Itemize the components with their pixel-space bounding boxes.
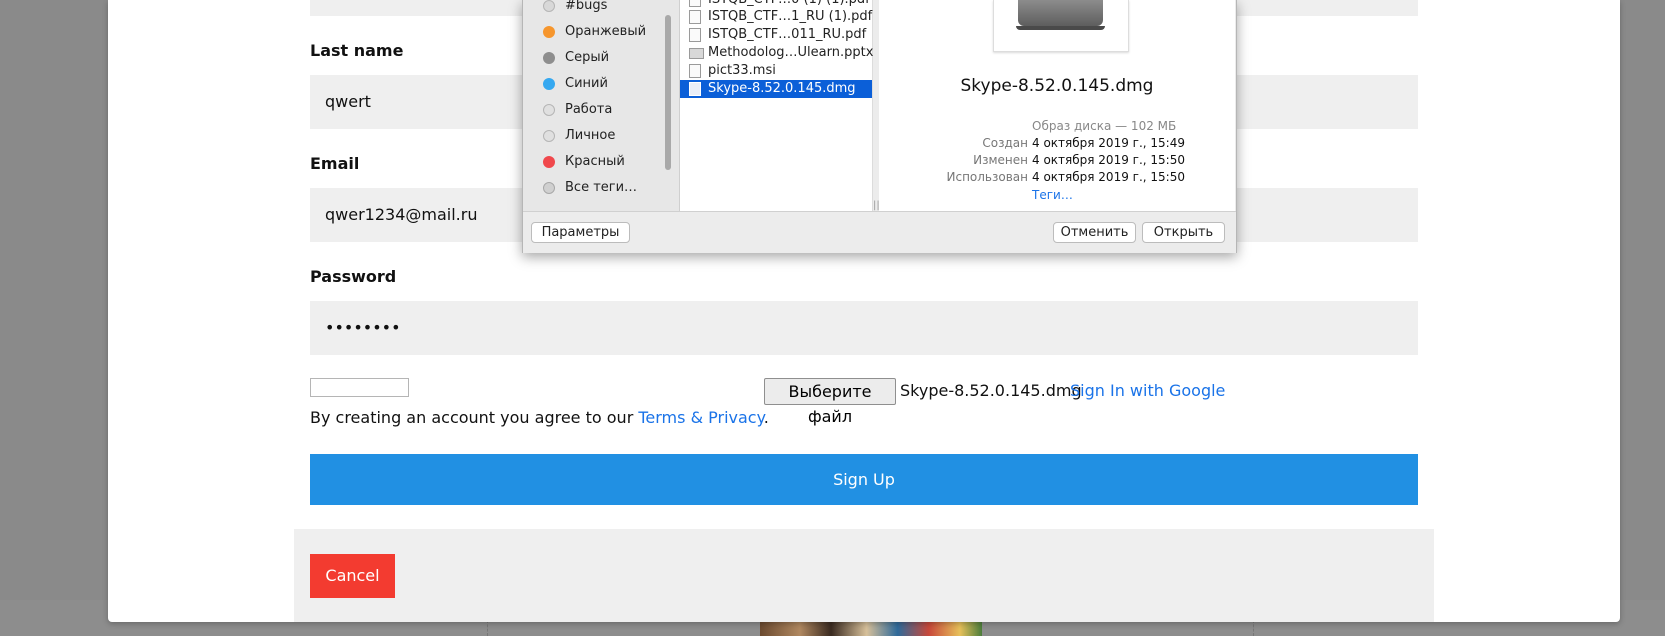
background-divider: [487, 620, 488, 636]
email-label: Email: [310, 154, 360, 173]
file-row[interactable]: ISTQB_CTF…1_RU (1).pdf: [680, 8, 872, 26]
tag-label: Работа: [565, 102, 613, 117]
tag-color-icon: [543, 156, 555, 168]
agreement-end: .: [763, 408, 769, 427]
background-photo: [760, 620, 982, 636]
tag-color-icon: [543, 26, 555, 38]
tag-label: Красный: [565, 154, 625, 169]
tag-label: Все теги…: [565, 180, 638, 195]
password-field[interactable]: ••••••••: [310, 301, 1418, 355]
tag-color-icon: [543, 130, 555, 142]
tag-color-icon: [543, 104, 555, 116]
tag-label: Синий: [565, 76, 608, 91]
tags-link[interactable]: Теги…: [1032, 188, 1073, 202]
dialog-sidebar: #bugs Оранжевый Серый Синий Работа Лично…: [523, 0, 680, 211]
pdf-file-icon: [689, 0, 701, 7]
file-name: pict33.msi: [708, 63, 776, 78]
tag-label: #bugs: [565, 0, 608, 13]
tag-color-icon: [543, 52, 555, 64]
used-label: Использован: [946, 170, 1029, 184]
used-value: 4 октября 2019 г., 15:50: [1032, 170, 1185, 184]
file-name: ISTQB_CTF…1_RU (1).pdf: [708, 9, 873, 24]
file-row[interactable]: ISTQB_CTF…011_RU.pdf: [680, 26, 872, 44]
pdf-file-icon: [689, 10, 701, 24]
modified-label: Изменен: [973, 153, 1028, 167]
disk-base: [1016, 26, 1105, 30]
broken-image: [310, 378, 409, 397]
tag-label: Серый: [565, 50, 610, 65]
created-row: Создан 4 октября 2019 г., 15:49: [879, 136, 1235, 153]
modified-value: 4 октября 2019 г., 15:50: [1032, 153, 1185, 167]
open-button[interactable]: Открыть: [1142, 222, 1225, 243]
preview-kind: Образ диска — 102 МБ: [1032, 119, 1177, 133]
preview-title: Skype-8.52.0.145.dmg: [960, 76, 1154, 96]
file-name: Methodolog…Ulearn.pptx: [708, 45, 874, 60]
sidebar-scrollbar[interactable]: [665, 15, 671, 170]
modified-row: Изменен 4 октября 2019 г., 15:50: [879, 153, 1235, 170]
dialog-footer: Параметры Отменить Открыть: [523, 211, 1236, 253]
tag-label: Оранжевый: [565, 24, 647, 39]
file-name: ISTQB_CTF…011_RU.pdf: [708, 27, 867, 42]
password-label: Password: [310, 267, 397, 286]
file-row[interactable]: pict33.msi: [680, 62, 872, 80]
file-thumbnail: [993, 0, 1129, 52]
file-row[interactable]: Methodolog…Ulearn.pptx: [680, 44, 874, 62]
sign-up-button[interactable]: Sign Up: [310, 454, 1418, 505]
blank-file-icon: [689, 64, 701, 78]
agreement-text: By creating an account you agree to our …: [310, 408, 769, 427]
used-row: Использован 4 октября 2019 г., 15:50: [879, 170, 1235, 187]
tag-color-icon: [543, 0, 555, 12]
chosen-file-name: Skype-8.52.0.145.dmg: [900, 381, 1082, 400]
disk-image-file-icon: [689, 82, 701, 96]
parameters-button[interactable]: Параметры: [531, 222, 630, 243]
background-divider: [1253, 620, 1254, 636]
last-name-label: Last name: [310, 41, 404, 60]
file-list: ISTQB_CTF…0 (1) (1).pdf ISTQB_CTF…1_RU (…: [680, 0, 873, 211]
created-value: 4 октября 2019 г., 15:49: [1032, 136, 1185, 150]
tag-color-icon: [543, 78, 555, 90]
file-open-dialog: #bugs Оранжевый Серый Синий Работа Лично…: [522, 0, 1237, 253]
created-label: Создан: [982, 136, 1028, 150]
file-row-selected[interactable]: Skype-8.52.0.145.dmg: [680, 80, 872, 98]
terms-privacy-link[interactable]: Terms & Privacy: [638, 408, 763, 427]
tag-label: Личное: [565, 128, 616, 143]
tag-color-icon: [543, 182, 555, 194]
agreement-prefix: By creating an account you agree to our: [310, 408, 639, 427]
file-preview: Skype-8.52.0.145.dmg Образ диска — 102 М…: [879, 0, 1235, 211]
presentation-file-icon: [689, 48, 704, 59]
modal-footer: Cancel: [294, 529, 1434, 622]
pdf-file-icon: [689, 28, 701, 42]
file-name: Skype-8.52.0.145.dmg: [708, 81, 856, 96]
cancel-button[interactable]: Cancel: [310, 554, 395, 598]
disk-image-icon: [1018, 0, 1103, 26]
dialog-cancel-button[interactable]: Отменить: [1053, 222, 1136, 243]
choose-file-button[interactable]: Выберите файл: [764, 378, 896, 426]
google-signin-link[interactable]: Sign In with Google: [1070, 381, 1225, 400]
